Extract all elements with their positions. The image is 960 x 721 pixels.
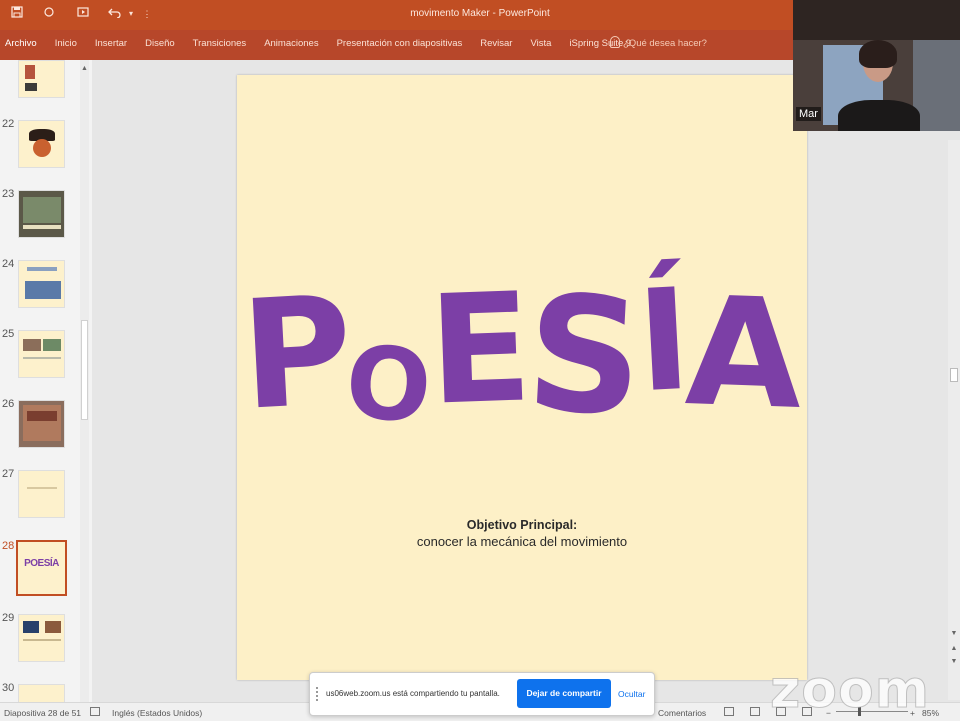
slide-sorter-icon[interactable] — [750, 707, 760, 716]
normal-view-icon[interactable] — [724, 707, 734, 716]
slide-thumbnail[interactable] — [18, 190, 65, 238]
thumbnail-number: 28 — [2, 540, 15, 552]
headline-letter: S — [522, 259, 648, 452]
slide-scrollbar[interactable]: ▼ ▲ ▼ — [948, 140, 960, 700]
slide-thumbnail[interactable] — [18, 614, 65, 662]
comments-button[interactable]: Comentarios — [658, 708, 706, 718]
tell-me-box[interactable]: ¿Qué desea hacer? — [610, 36, 707, 49]
screen-share-banner: us06web.zoom.us está compartiendo tu pan… — [309, 672, 655, 716]
drag-handle-icon[interactable] — [316, 687, 320, 701]
headline-letter: O — [341, 323, 435, 446]
scrollbar-thumb[interactable] — [950, 368, 958, 382]
thumb-image — [27, 267, 57, 271]
thumb-image — [27, 411, 57, 421]
language-indicator[interactable]: Inglés (Estados Unidos) — [112, 708, 202, 718]
lightbulb-icon — [610, 36, 620, 48]
slide-thumbnail[interactable] — [18, 684, 65, 702]
slide-thumbnail[interactable] — [18, 470, 65, 518]
objective-label: Objetivo Principal: — [466, 518, 578, 532]
slide-subtitle: Objetivo Principal: conocer la mecánica … — [237, 517, 807, 549]
thumbnail-number: 25 — [2, 328, 15, 340]
thumbnail-number: 29 — [2, 612, 15, 624]
thumb-image — [23, 357, 61, 359]
next-slide-icon[interactable]: ▼ — [950, 658, 958, 668]
headline-letter: E — [425, 261, 535, 439]
tab-transiciones[interactable]: Transiciones — [193, 38, 247, 49]
tell-me-text: ¿Qué desea hacer? — [623, 38, 707, 49]
thumb-image — [43, 339, 61, 351]
slide-thumbnail-selected[interactable]: POESÍA — [16, 540, 67, 596]
thumb-image — [45, 621, 61, 633]
slide-thumbnail[interactable] — [18, 120, 65, 168]
slide-thumbnail[interactable] — [18, 260, 65, 308]
slide-thumbnail[interactable] — [18, 330, 65, 378]
thumb-image — [27, 487, 57, 489]
thumb-image — [23, 621, 39, 633]
slide-thumbnail[interactable] — [18, 400, 65, 448]
slide-thumbnails-pane: 22 23 24 25 26 27 28 POESÍA 29 30 — [0, 60, 92, 702]
share-message: us06web.zoom.us está compartiendo tu pan… — [326, 689, 500, 698]
tab-animaciones[interactable]: Animaciones — [264, 38, 318, 49]
thumb-image — [23, 339, 41, 351]
tab-presentacion[interactable]: Presentación con diapositivas — [337, 38, 463, 49]
thumb-image — [25, 65, 35, 79]
scrollbar-thumb[interactable] — [81, 320, 88, 420]
current-slide[interactable]: POESÍA Objetivo Principal: conocer la me… — [237, 75, 807, 680]
thumbnail-number: 27 — [2, 468, 15, 480]
thumbnail-number: 30 — [2, 682, 15, 694]
objective-text: conocer la mecánica del movimiento — [416, 534, 628, 549]
scroll-down-icon[interactable]: ▼ — [950, 630, 958, 640]
thumb-title: POESÍA — [24, 558, 59, 569]
slide-headline: POESÍA — [237, 250, 807, 452]
background-shelf — [793, 0, 960, 40]
thumb-image — [23, 225, 61, 229]
thumb-image — [25, 83, 37, 91]
tab-vista[interactable]: Vista — [530, 38, 551, 49]
slide-thumbnail[interactable] — [18, 60, 65, 98]
participant-name: Mar — [796, 107, 821, 121]
tab-insertar[interactable]: Insertar — [95, 38, 127, 49]
spellcheck-icon[interactable] — [90, 707, 100, 716]
thumb-image — [33, 139, 51, 157]
slide-indicator: Diapositiva 28 de 51 — [4, 708, 82, 718]
zoom-watermark-logo: zoom — [770, 660, 930, 721]
thumbnail-number: 22 — [2, 118, 15, 130]
headline-letter: P — [237, 264, 356, 444]
thumb-image — [23, 197, 61, 223]
tab-revisar[interactable]: Revisar — [480, 38, 512, 49]
headline-letter: A — [683, 265, 806, 443]
scroll-up-icon[interactable]: ▲ — [81, 65, 88, 73]
participant-body — [838, 100, 920, 131]
thumbnail-number: 23 — [2, 188, 15, 200]
tab-diseno[interactable]: Diseño — [145, 38, 175, 49]
tab-inicio[interactable]: Inicio — [55, 38, 77, 49]
background-wall — [913, 40, 960, 131]
tab-archivo[interactable]: Archivo — [5, 38, 37, 49]
hide-banner-button[interactable]: Ocultar — [618, 689, 645, 699]
participant-hair — [859, 40, 897, 68]
thumbnail-number: 24 — [2, 258, 15, 270]
thumb-image — [23, 639, 61, 641]
previous-slide-icon[interactable]: ▲ — [950, 645, 958, 655]
ribbon-tabs: Archivo Inicio Insertar Diseño Transicio… — [5, 38, 649, 49]
thumbnail-number: 26 — [2, 398, 15, 410]
thumb-image — [25, 281, 61, 299]
thumbnails-scrollbar[interactable]: ▲ — [80, 60, 89, 702]
stop-sharing-button[interactable]: Dejar de compartir — [517, 679, 611, 708]
